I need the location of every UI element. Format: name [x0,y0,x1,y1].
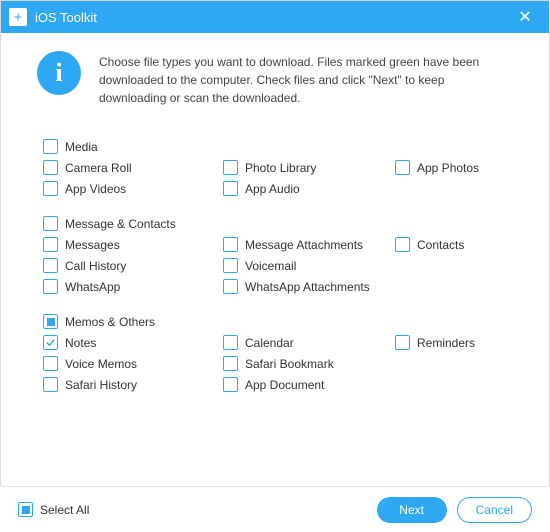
label-reminders: Reminders [417,336,475,350]
label-safari-bookmark: Safari Bookmark [245,357,334,371]
label-contacts: Contacts [417,238,464,252]
cancel-button[interactable]: Cancel [457,497,532,523]
checkbox-notes[interactable] [43,335,58,350]
info-icon: i [37,51,81,95]
label-select-all: Select All [40,503,89,517]
checkbox-media[interactable] [43,139,58,154]
item-contacts[interactable]: Contacts [395,237,507,252]
app-icon [9,8,27,26]
label-app-photos: App Photos [417,161,479,175]
group-header-memos-others[interactable]: Memos & Others [43,314,507,329]
info-text: Choose file types you want to download. … [99,51,513,107]
checkbox-messages[interactable] [43,237,58,252]
item-whatsapp[interactable]: WhatsApp [43,279,223,294]
checkbox-voicemail[interactable] [223,258,238,273]
label-photo-library: Photo Library [245,161,316,175]
group-media: Media Camera Roll Photo Library App Phot… [43,139,507,196]
label-camera-roll: Camera Roll [65,161,132,175]
checkbox-memos-others[interactable] [43,314,58,329]
label-notes: Notes [65,336,96,350]
checkbox-photo-library[interactable] [223,160,238,175]
checkbox-call-history[interactable] [43,258,58,273]
checkbox-safari-bookmark[interactable] [223,356,238,371]
window-title: iOS Toolkit [35,10,509,25]
item-message-attachments[interactable]: Message Attachments [223,237,395,252]
item-app-document[interactable]: App Document [223,377,395,392]
item-safari-bookmark[interactable]: Safari Bookmark [223,356,395,371]
select-all[interactable]: Select All [18,502,367,517]
label-whatsapp-attachments: WhatsApp Attachments [245,280,370,294]
footer: Select All Next Cancel [0,486,550,532]
label-safari-history: Safari History [65,378,137,392]
checkbox-whatsapp-attachments[interactable] [223,279,238,294]
checkbox-app-document[interactable] [223,377,238,392]
close-icon[interactable]: ✕ [509,1,541,33]
checkbox-calendar[interactable] [223,335,238,350]
label-call-history: Call History [65,259,126,273]
label-app-videos: App Videos [65,182,126,196]
checkbox-app-videos[interactable] [43,181,58,196]
checkbox-safari-history[interactable] [43,377,58,392]
content: Media Camera Roll Photo Library App Phot… [1,117,549,420]
label-message-attachments: Message Attachments [245,238,363,252]
group-message-contacts: Message & Contacts Messages Message Atta… [43,216,507,294]
item-app-audio[interactable]: App Audio [223,181,395,196]
label-app-audio: App Audio [245,182,300,196]
label-voice-memos: Voice Memos [65,357,137,371]
checkbox-voice-memos[interactable] [43,356,58,371]
label-app-document: App Document [245,378,324,392]
checkbox-message-attachments[interactable] [223,237,238,252]
item-calendar[interactable]: Calendar [223,335,395,350]
label-voicemail: Voicemail [245,259,296,273]
label-memos-others: Memos & Others [65,315,155,329]
checkbox-camera-roll[interactable] [43,160,58,175]
group-header-message-contacts[interactable]: Message & Contacts [43,216,507,231]
item-reminders[interactable]: Reminders [395,335,507,350]
label-calendar: Calendar [245,336,294,350]
checkbox-whatsapp[interactable] [43,279,58,294]
item-call-history[interactable]: Call History [43,258,223,273]
info-row: i Choose file types you want to download… [1,33,549,117]
item-safari-history[interactable]: Safari History [43,377,223,392]
item-camera-roll[interactable]: Camera Roll [43,160,223,175]
item-photo-library[interactable]: Photo Library [223,160,395,175]
checkbox-app-photos[interactable] [395,160,410,175]
label-media: Media [65,140,98,154]
group-memos-others: Memos & Others Notes Calendar Reminders … [43,314,507,392]
label-messages: Messages [65,238,120,252]
item-app-photos[interactable]: App Photos [395,160,507,175]
item-messages[interactable]: Messages [43,237,223,252]
item-notes[interactable]: Notes [43,335,223,350]
label-whatsapp: WhatsApp [65,280,120,294]
next-button[interactable]: Next [377,497,447,523]
checkbox-app-audio[interactable] [223,181,238,196]
item-app-videos[interactable]: App Videos [43,181,223,196]
label-message-contacts: Message & Contacts [65,217,176,231]
checkbox-message-contacts[interactable] [43,216,58,231]
item-whatsapp-attachments[interactable]: WhatsApp Attachments [223,279,395,294]
checkbox-contacts[interactable] [395,237,410,252]
checkbox-reminders[interactable] [395,335,410,350]
titlebar: iOS Toolkit ✕ [1,1,549,33]
item-voice-memos[interactable]: Voice Memos [43,356,223,371]
item-voicemail[interactable]: Voicemail [223,258,395,273]
checkbox-select-all[interactable] [18,502,33,517]
group-header-media[interactable]: Media [43,139,507,154]
